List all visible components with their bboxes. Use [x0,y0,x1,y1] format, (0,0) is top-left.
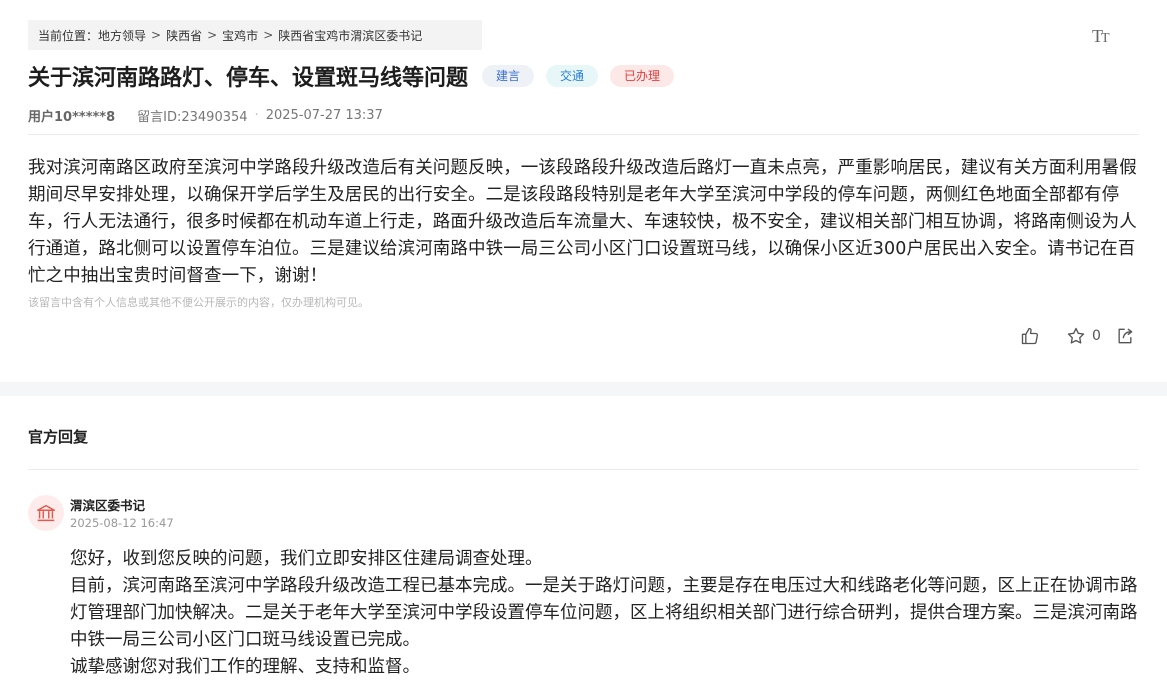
section-separator [0,382,1167,396]
share-icon [1118,328,1133,344]
divider [28,469,1139,470]
breadcrumb-separator: > [151,28,162,42]
post-user: 用户10*****8 [28,110,116,125]
reply-datetime: 2025-08-12 16:47 [70,516,174,530]
star-icon [1067,327,1085,344]
thumbs-up-icon [1021,327,1039,345]
reply-paragraph: 诚挚感谢您对我们工作的理解、支持和监督。 [70,657,420,677]
breadcrumb-separator: > [263,28,274,42]
breadcrumb-item-weibin-secretary[interactable]: 陕西省宝鸡市渭滨区委书记 [278,27,422,44]
avatar [28,495,64,531]
divider [28,134,1139,135]
post-datetime: 2025-07-27 13:37 [265,108,383,123]
official-reply-title: 官方回复 [28,428,89,446]
privacy-note: 该留言中含有个人信息或其他不便公开展示的内容，仅办理机构可见。 [28,296,369,309]
favorite-count: 0 [1092,328,1101,344]
favorite-button[interactable]: 0 [1066,326,1115,346]
post-content: 我对滨河南路区政府至滨河中学路段升级改造后有关问题反映，一该段路段升级改造后路灯… [28,158,1137,286]
like-button[interactable] [1020,326,1040,346]
breadcrumb-item-shaanxi[interactable]: 陕西省 [166,27,202,44]
post-actions: 0 [1020,324,1135,348]
reply-paragraph: 您好，收到您反映的问题，我们立即安排区住建局调查处理。 [70,549,543,569]
status-badge: 已办理 [610,65,675,87]
tag-traffic: 交通 [546,65,599,87]
breadcrumb-item-local-leaders[interactable]: 地方领导 [98,27,146,44]
page-title: 关于滨河南路路灯、停车、设置斑马线等问题 [28,66,469,91]
breadcrumb-item-baoji[interactable]: 宝鸡市 [222,27,258,44]
title-row: 关于滨河南路路灯、停车、设置斑马线等问题 建言 交通 已办理 [28,58,675,94]
reply-content: 您好，收到您反映的问题，我们立即安排区住建局调查处理。 目前，滨河南路至滨河中学… [70,546,1140,681]
government-building-icon [37,504,55,522]
message-id: 留言ID:23490354 [137,110,248,125]
font-size-icon[interactable]: TT [1092,25,1114,47]
reply-paragraph: 目前，滨河南路至滨河中学路段升级改造工程已基本完成。一是关于路灯问题，主要是存在… [70,576,1138,650]
post-meta: 用户10*****8 留言ID:23490354 · 2025-07-27 13… [28,106,383,125]
breadcrumb-prefix: 当前位置： [38,28,99,43]
meta-dot: · [254,108,259,123]
tag-suggestion: 建言 [482,65,535,87]
breadcrumb-separator: > [207,28,218,42]
font-size-small-glyph: T [1101,31,1110,46]
share-button[interactable] [1115,326,1135,346]
reply-org-name: 渭滨区委书记 [70,498,146,513]
breadcrumb: 当前位置： 地方领导 > 陕西省 > 宝鸡市 > 陕西省宝鸡市渭滨区委书记 [28,20,482,50]
